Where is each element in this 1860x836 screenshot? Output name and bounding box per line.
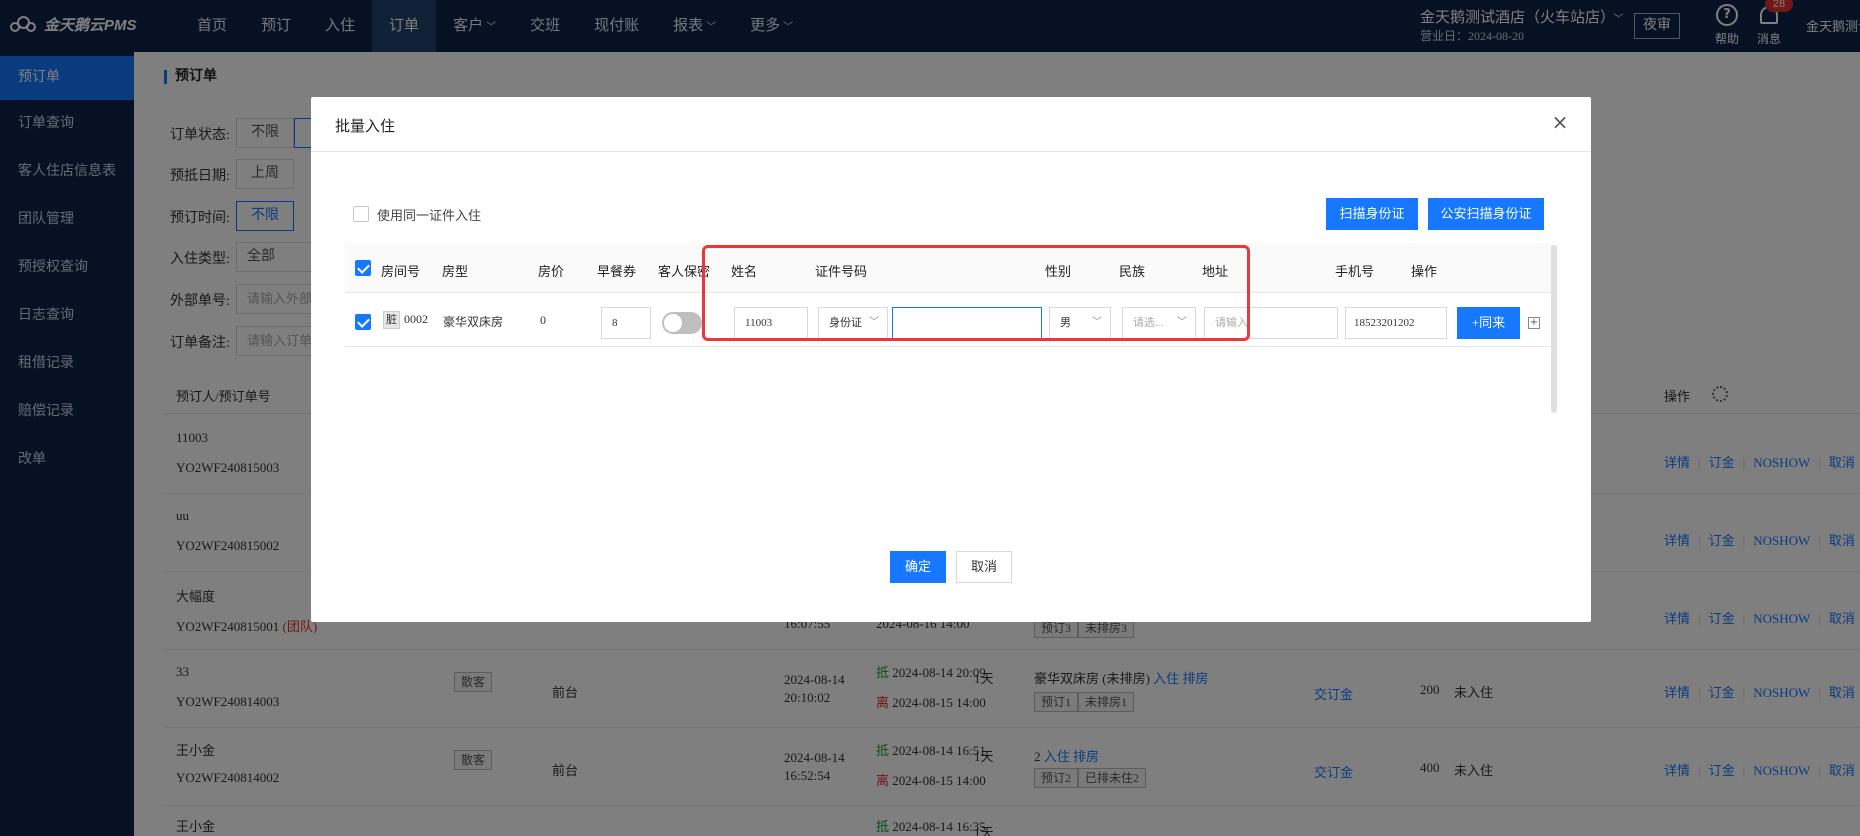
guest-row: 脏 0002 豪华双床房 0 8 11003 身份证 ﹀ 男 ﹀ 请选... ﹀ 请输入… [345,293,1557,347]
id-number-input[interactable] [892,307,1042,339]
room-price: 0 [540,313,546,327]
guest-privacy-toggle[interactable] [662,312,702,334]
select-all-checkbox[interactable] [355,260,371,276]
police-scan-id-button[interactable]: 公安扫描身份证 [1428,198,1544,230]
add-companion-button[interactable]: +同来 [1457,307,1520,339]
guest-name-input[interactable]: 11003 [734,307,808,339]
breakfast-voucher-input[interactable]: 8 [601,307,651,339]
id-type-select[interactable]: 身份证 ﹀ [818,307,888,339]
phone-input[interactable]: 18523201202 [1345,307,1447,339]
scan-id-button[interactable]: 扫描身份证 [1326,198,1418,230]
same-id-label: 使用同一证件入住 [377,208,482,223]
batch-checkin-dialog: 批量入住 × 使用同一证件入住 扫描身份证 公安扫描身份证 房间号 房型 房价 … [311,97,1591,622]
address-input[interactable]: 请输入 [1204,307,1338,339]
grid-scrollbar[interactable] [1551,245,1557,413]
guest-grid-header: 房间号 房型 房价 早餐券 客人保密 姓名 证件号码 性别 民族 地址 手机号 … [345,243,1557,293]
room-type: 豪华双床房 [443,315,504,329]
close-icon[interactable]: × [1549,111,1571,133]
dirty-room-tag: 脏 [383,311,400,329]
chevron-down-icon: ﹀ [1092,317,1102,328]
same-id-checkbox[interactable] [353,206,369,222]
divider [311,151,1591,152]
ethnicity-select[interactable]: 请选... ﹀ [1122,307,1196,339]
expand-icon[interactable]: + [1528,317,1540,329]
gender-select[interactable]: 男 ﹀ [1049,307,1111,339]
chevron-down-icon: ﹀ [869,317,879,328]
row-checkbox[interactable] [355,314,371,330]
room-number: 0002 [404,312,428,326]
chevron-down-icon: ﹀ [1177,317,1187,328]
confirm-button[interactable]: 确定 [890,551,946,583]
cancel-button[interactable]: 取消 [956,551,1012,583]
dialog-title: 批量入住 [335,119,396,135]
